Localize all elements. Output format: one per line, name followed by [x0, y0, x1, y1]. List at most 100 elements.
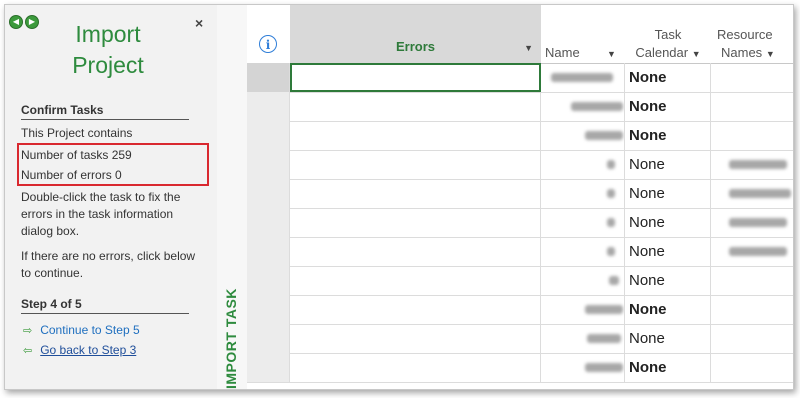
task-calendar-cell[interactable]: None: [625, 266, 711, 295]
row-indicator-cell[interactable]: [247, 324, 290, 353]
errors-cell[interactable]: [290, 92, 541, 121]
task-calendar-cell[interactable]: None: [625, 92, 711, 121]
continue-step-link[interactable]: ⇨ Continue to Step 5: [23, 323, 140, 337]
table-row[interactable]: None: [247, 150, 793, 180]
obscured-resource-text: [729, 160, 787, 169]
obscured-name-text: [607, 160, 615, 169]
resource-names-column-header[interactable]: Resource Names ▼: [711, 5, 793, 64]
table-row[interactable]: None: [247, 353, 793, 383]
resource-names-cell[interactable]: [711, 150, 793, 179]
resource-names-cell[interactable]: [711, 63, 793, 92]
row-indicator-cell[interactable]: [247, 150, 290, 179]
task-calendar-header-text: Calendar: [635, 45, 689, 60]
errors-cell[interactable]: [290, 295, 541, 324]
errors-cell[interactable]: [290, 324, 541, 353]
obscured-name-text: [607, 218, 615, 227]
info-column-header: i: [247, 5, 291, 64]
obscured-resource-text: [729, 247, 787, 256]
errors-cell[interactable]: [290, 150, 541, 179]
row-indicator-cell[interactable]: [247, 353, 290, 382]
task-calendar-header-line2: Calendar ▼: [625, 45, 711, 60]
obscured-name-text: [585, 131, 623, 140]
chevron-down-icon[interactable]: ▼: [607, 49, 616, 59]
resource-names-cell[interactable]: [711, 208, 793, 237]
task-calendar-cell[interactable]: None: [625, 324, 711, 353]
task-calendar-cell[interactable]: None: [625, 150, 711, 179]
table-row[interactable]: None: [247, 237, 793, 267]
chevron-down-icon[interactable]: ▼: [692, 49, 701, 59]
task-calendar-cell[interactable]: None: [625, 295, 711, 324]
table-row[interactable]: None: [247, 121, 793, 151]
task-calendar-cell[interactable]: None: [625, 179, 711, 208]
name-cell[interactable]: [541, 353, 625, 382]
errors-column-header[interactable]: Errors ▼: [290, 5, 542, 64]
task-calendar-column-header[interactable]: Task Calendar ▼: [625, 5, 712, 64]
name-cell[interactable]: [541, 121, 625, 150]
obscured-resource-text: [729, 189, 791, 198]
resource-names-cell[interactable]: [711, 179, 793, 208]
name-cell[interactable]: [541, 150, 625, 179]
obscured-resource-text: [729, 218, 787, 227]
name-cell[interactable]: [541, 208, 625, 237]
table-row[interactable]: None: [247, 266, 793, 296]
name-cell[interactable]: [541, 92, 625, 121]
errors-cell[interactable]: [290, 237, 541, 266]
resource-names-cell[interactable]: [711, 266, 793, 295]
name-cell[interactable]: [541, 295, 625, 324]
back-arrow-icon[interactable]: ◀: [9, 15, 23, 29]
row-indicator-cell[interactable]: [247, 237, 290, 266]
name-cell[interactable]: [541, 179, 625, 208]
row-indicator-cell[interactable]: [247, 179, 290, 208]
chevron-down-icon[interactable]: ▼: [524, 43, 533, 53]
row-indicator-cell[interactable]: [247, 266, 290, 295]
resource-names-cell[interactable]: [711, 237, 793, 266]
task-calendar-cell[interactable]: None: [625, 237, 711, 266]
table-row[interactable]: None: [247, 295, 793, 325]
task-grid: i Errors ▼ Name ▼ Task Calendar ▼ Resour…: [247, 5, 793, 389]
resource-names-cell[interactable]: [711, 295, 793, 324]
row-indicator-cell[interactable]: [247, 208, 290, 237]
errors-cell[interactable]: [290, 179, 541, 208]
name-cell[interactable]: [541, 63, 625, 92]
task-calendar-cell[interactable]: None: [625, 208, 711, 237]
pane-title: Import Project: [43, 19, 173, 81]
task-calendar-header-line1: Task: [654, 27, 682, 42]
table-row[interactable]: None: [247, 324, 793, 354]
resource-names-cell[interactable]: [711, 92, 793, 121]
task-calendar-cell[interactable]: None: [625, 63, 711, 92]
name-cell[interactable]: [541, 324, 625, 353]
resource-header-text: Names: [721, 45, 763, 60]
forward-arrow-icon[interactable]: ▶: [25, 15, 39, 29]
confirm-tasks-heading: Confirm Tasks: [21, 103, 189, 120]
table-row[interactable]: None: [247, 179, 793, 209]
table-row[interactable]: None: [247, 63, 793, 93]
resource-names-cell[interactable]: [711, 324, 793, 353]
task-calendar-cell[interactable]: None: [625, 353, 711, 382]
obscured-name-text: [585, 363, 623, 372]
chevron-down-icon[interactable]: ▼: [766, 49, 775, 59]
errors-cell[interactable]: [290, 208, 541, 237]
row-indicator-cell[interactable]: [247, 295, 290, 324]
row-indicator-cell[interactable]: [247, 92, 290, 121]
errors-cell[interactable]: [290, 353, 541, 382]
errors-cell[interactable]: [290, 63, 541, 92]
name-cell[interactable]: [541, 266, 625, 295]
table-row[interactable]: None: [247, 208, 793, 238]
continue-link-label: Continue to Step 5: [40, 323, 140, 337]
errors-cell[interactable]: [290, 266, 541, 295]
close-icon[interactable]: ×: [195, 15, 203, 31]
errors-cell[interactable]: [290, 121, 541, 150]
info-icon[interactable]: i: [259, 35, 277, 53]
row-indicator-cell[interactable]: [247, 121, 290, 150]
task-calendar-cell[interactable]: None: [625, 121, 711, 150]
table-row[interactable]: None: [247, 92, 793, 122]
resource-names-cell[interactable]: [711, 353, 793, 382]
row-indicator-cell[interactable]: [247, 63, 290, 92]
import-task-label: IMPORT TASK: [223, 288, 239, 389]
pane-title-line1: Import: [75, 21, 141, 47]
name-column-header[interactable]: Name ▼: [541, 5, 626, 64]
obscured-name-text: [609, 276, 619, 285]
back-step-link[interactable]: ⇦ Go back to Step 3: [23, 343, 136, 357]
resource-names-cell[interactable]: [711, 121, 793, 150]
name-cell[interactable]: [541, 237, 625, 266]
